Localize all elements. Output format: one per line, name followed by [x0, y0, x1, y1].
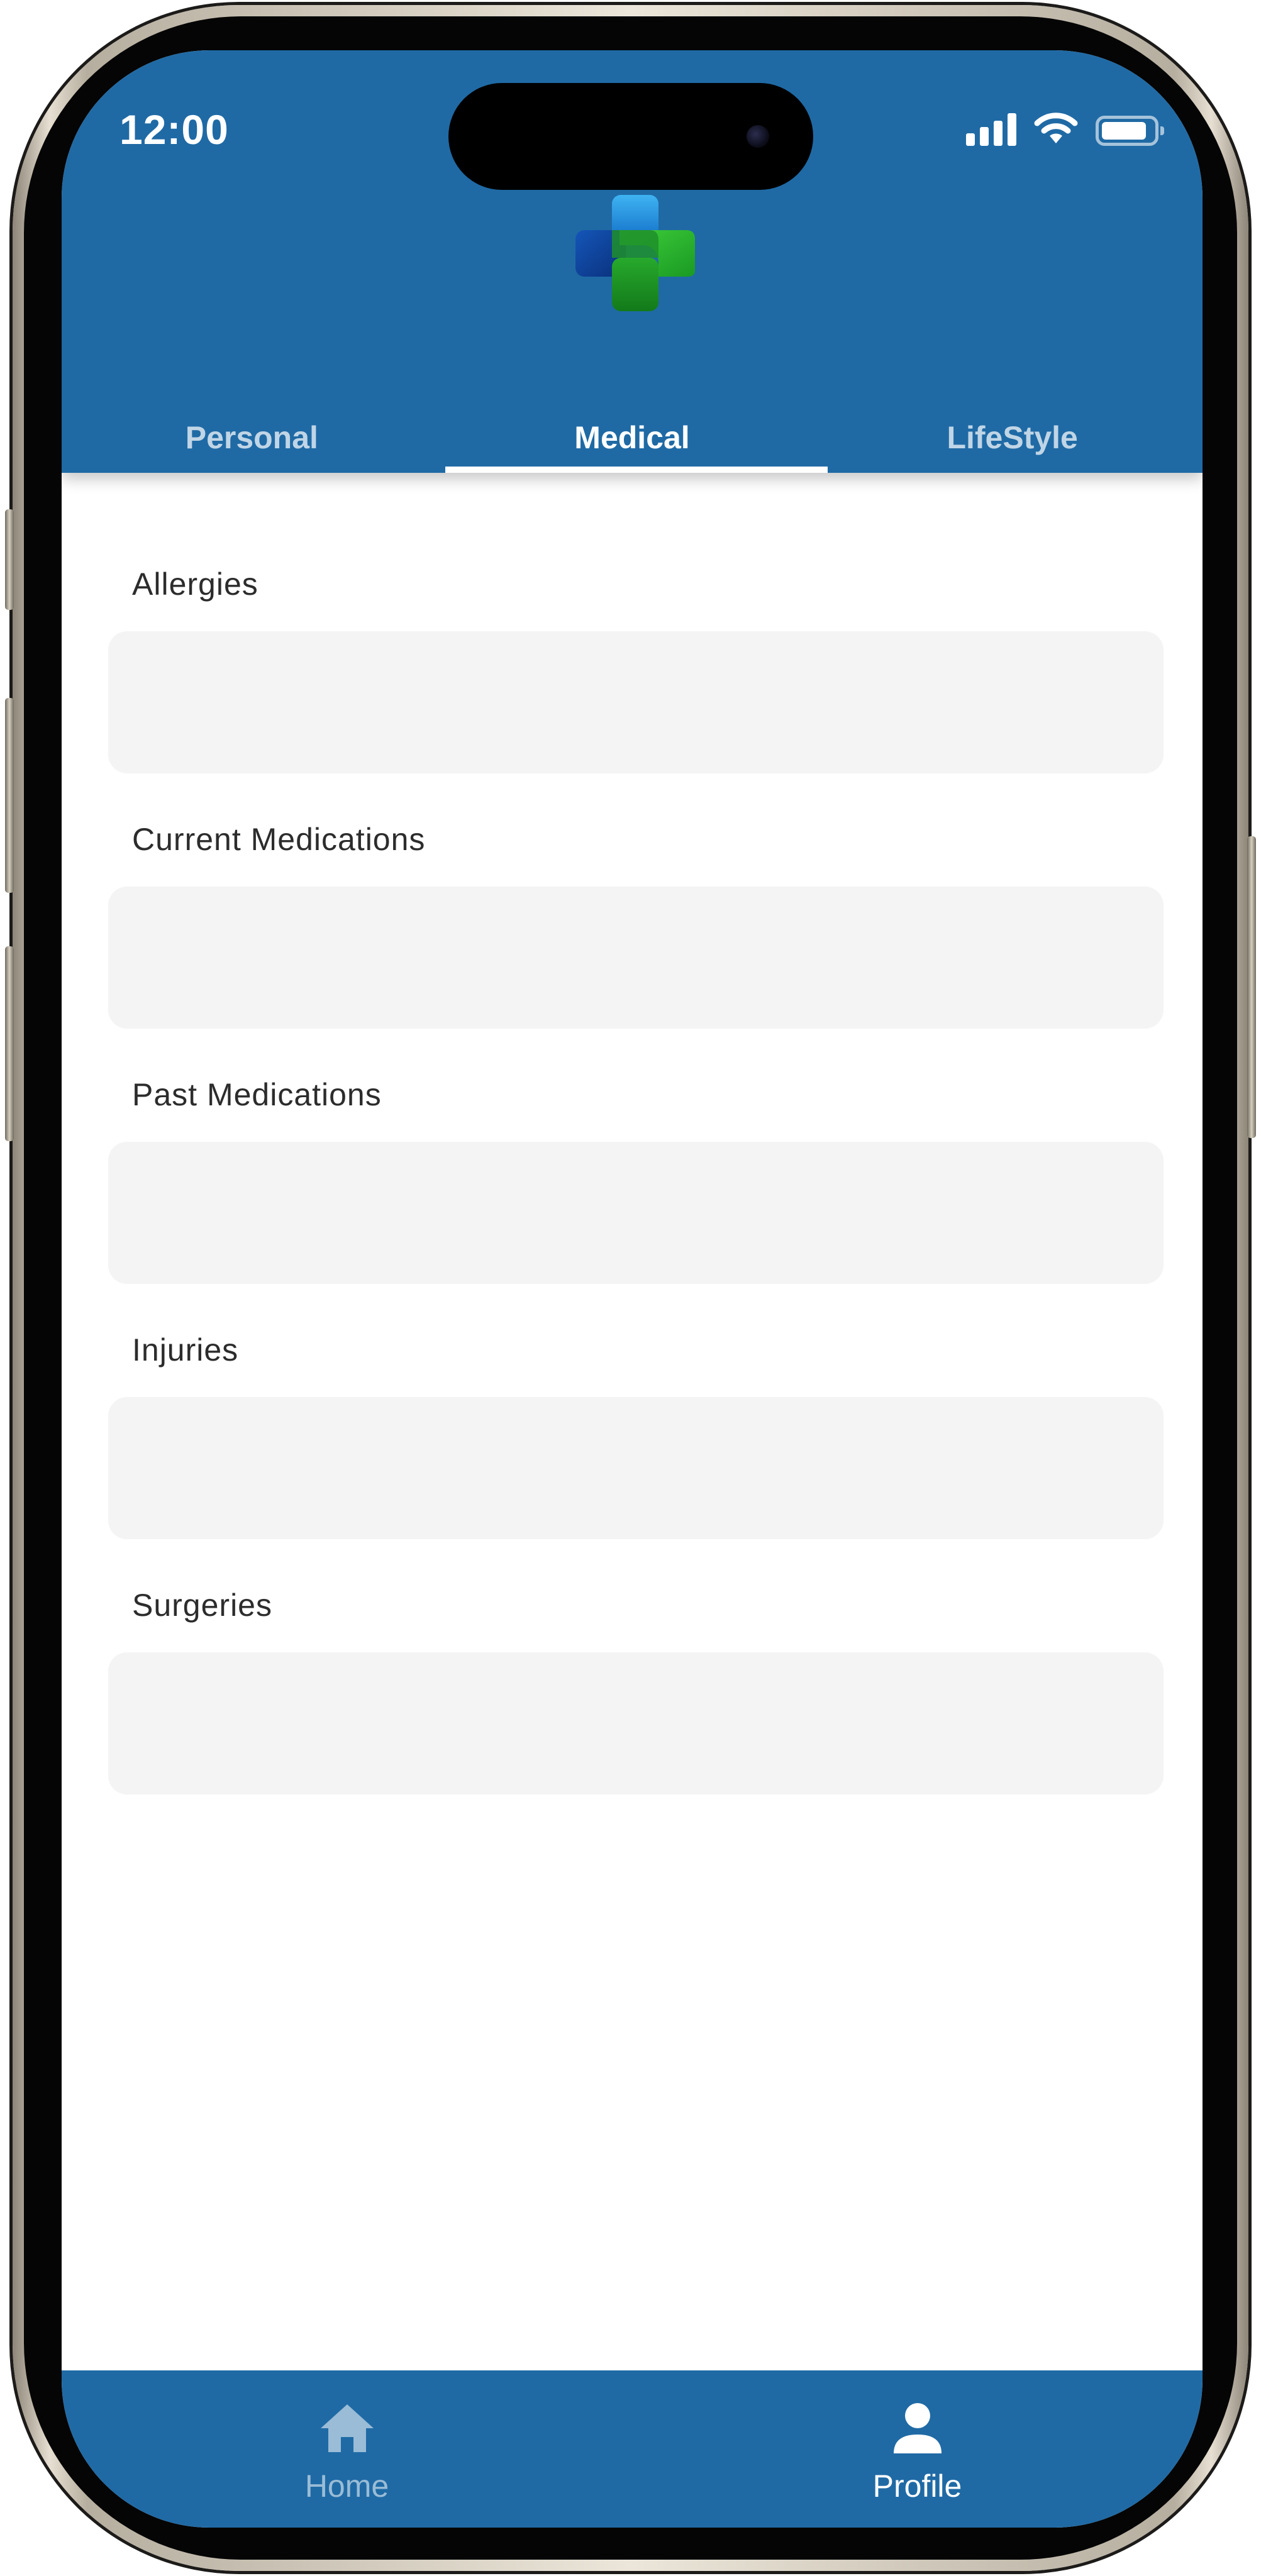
person-icon	[893, 2403, 942, 2453]
app-header: 12:00 Personal Medical LifeStyle	[62, 50, 1203, 473]
wifi-icon	[1034, 113, 1078, 143]
nav-profile[interactable]: Profile	[632, 2370, 1203, 2528]
nav-home-label: Home	[304, 2468, 389, 2504]
tab-bar: Personal Medical LifeStyle	[62, 402, 1203, 473]
front-camera-icon	[747, 125, 769, 148]
surgeries-label: Surgeries	[132, 1588, 272, 1623]
home-icon	[320, 2404, 374, 2452]
allergies-label: Allergies	[132, 567, 258, 602]
surgeries-field[interactable]	[108, 1652, 1164, 1794]
injuries-field[interactable]	[108, 1397, 1164, 1539]
tab-medical[interactable]: Medical	[442, 402, 823, 473]
allergies-field[interactable]	[108, 631, 1164, 773]
volume-down-button	[5, 946, 14, 1141]
medical-cross-logo	[575, 195, 695, 311]
tab-lifestyle[interactable]: LifeStyle	[822, 402, 1203, 473]
power-button	[1247, 836, 1256, 1138]
status-time: 12:00	[119, 106, 229, 153]
current-medications-label: Current Medications	[132, 822, 426, 857]
past-medications-label: Past Medications	[132, 1077, 382, 1112]
active-tab-indicator	[445, 467, 828, 473]
nav-home[interactable]: Home	[62, 2370, 632, 2528]
nav-profile-label: Profile	[872, 2468, 962, 2504]
volume-up-button	[5, 698, 14, 893]
current-medications-field[interactable]	[108, 887, 1164, 1029]
status-icons	[966, 108, 1164, 146]
past-medications-field[interactable]	[108, 1142, 1164, 1284]
app-screen: 12:00 Personal Medical LifeStyle Allergi…	[62, 50, 1203, 2528]
injuries-label: Injuries	[132, 1332, 239, 1368]
action-button	[5, 509, 14, 610]
battery-icon	[1096, 116, 1164, 146]
cellular-signal-icon	[966, 113, 1016, 146]
bottom-navigation: Home Profile	[62, 2370, 1203, 2528]
dynamic-island	[448, 83, 813, 190]
tab-personal[interactable]: Personal	[62, 402, 442, 473]
